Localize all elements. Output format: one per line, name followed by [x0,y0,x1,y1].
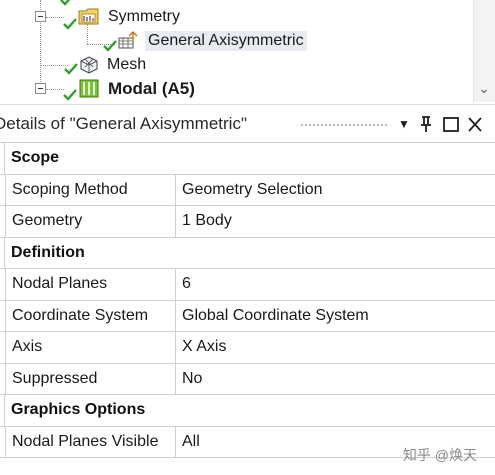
property-value: X Axis [182,338,227,355]
symmetry-folder-icon [78,6,100,26]
tree-scrollbar[interactable]: ⌄ [473,0,495,102]
property-row[interactable]: Geometry 1 Body [0,206,495,238]
section-header-definition[interactable]: Definition [0,237,495,269]
property-value: Geometry Selection [182,180,323,198]
property-row[interactable]: Suppressed No [0,363,495,395]
property-value-cell[interactable]: 6 [176,269,495,300]
property-name: Nodal Planes Visible [12,432,159,450]
property-name-cell: Geometry [5,206,176,237]
section-header-scope[interactable]: Scope [0,143,495,175]
drag-grip[interactable] [300,123,388,127]
property-name: Nodal Planes [12,275,108,292]
property-name-cell: Suppressed [5,363,176,394]
tree-node-symmetry[interactable]: Symmetry [108,7,180,27]
property-value: Global Coordinate System [182,306,369,324]
section-label: Definition [11,243,85,261]
pin-icon[interactable] [417,114,435,134]
property-name-cell: Scoping Method [5,174,176,205]
property-name: Axis [12,338,43,355]
property-value-cell[interactable]: Global Coordinate System [176,301,495,332]
details-panel-title: Details of "General Axisymmetric" [0,114,247,133]
mesh-icon [78,54,100,74]
tree-node-modal[interactable]: Modal (A5) [108,79,195,99]
section-marker [0,237,5,268]
property-row[interactable]: Axis X Axis [0,332,495,364]
axisymmetric-icon [117,30,139,50]
tree-connector [46,17,64,18]
collapse-toggle[interactable] [35,11,46,22]
property-name: Suppressed [12,369,98,387]
property-value: No [182,369,203,387]
tree-connector [87,24,88,44]
property-name-cell: Axis [5,332,176,363]
property-name: Scoping Method [12,180,128,198]
section-label: Scope [11,149,60,166]
collapse-toggle[interactable] [35,83,46,94]
property-value: All [182,432,200,450]
check-icon [64,62,78,75]
check-icon [103,39,117,52]
property-name-cell: Nodal Planes Visible [5,426,176,457]
section-label: Graphics Options [11,401,146,418]
property-name-cell: Coordinate System [5,300,176,331]
check-icon [60,0,74,6]
property-value: 1 Body [182,212,232,229]
property-name-cell: Nodal Planes [5,269,176,300]
property-value-cell[interactable]: No [176,364,495,395]
property-name: Geometry [12,212,83,229]
property-value-cell[interactable]: X Axis [176,332,495,363]
tree-node-mesh[interactable]: Mesh [107,55,146,75]
dropdown-arrow-icon[interactable]: ▼ [395,114,413,134]
chevron-down-icon[interactable]: ⌄ [476,80,492,96]
section-marker [0,143,5,174]
details-panel-header: Details of "General Axisymmetric" ▼ [0,104,495,142]
property-row[interactable]: Scoping Method Geometry Selection [0,174,495,206]
property-value-cell[interactable]: 1 Body [176,206,495,237]
close-icon[interactable] [466,114,484,134]
property-row[interactable]: Coordinate System Global Coordinate Syst… [0,300,495,332]
check-icon [63,88,77,101]
modal-analysis-icon [78,78,100,98]
maximize-icon[interactable] [442,114,460,134]
tree-connector [46,89,64,90]
property-name: Coordinate System [12,306,149,324]
property-row[interactable]: Nodal Planes 6 [0,269,495,301]
property-value: 6 [182,275,191,292]
section-marker [0,395,5,426]
section-header-graphics-options[interactable]: Graphics Options [0,395,495,427]
property-value-cell[interactable]: Geometry Selection [176,175,495,206]
watermark: 知乎 @焕天 [402,447,477,463]
check-icon [63,17,77,30]
tree-node-general-axisymmetric[interactable]: General Axisymmetric [145,31,307,51]
project-tree: Symmetry General Axisymmetric Mesh Modal… [0,0,495,102]
details-grid: Scope Scoping Method Geometry Selection … [0,142,495,458]
